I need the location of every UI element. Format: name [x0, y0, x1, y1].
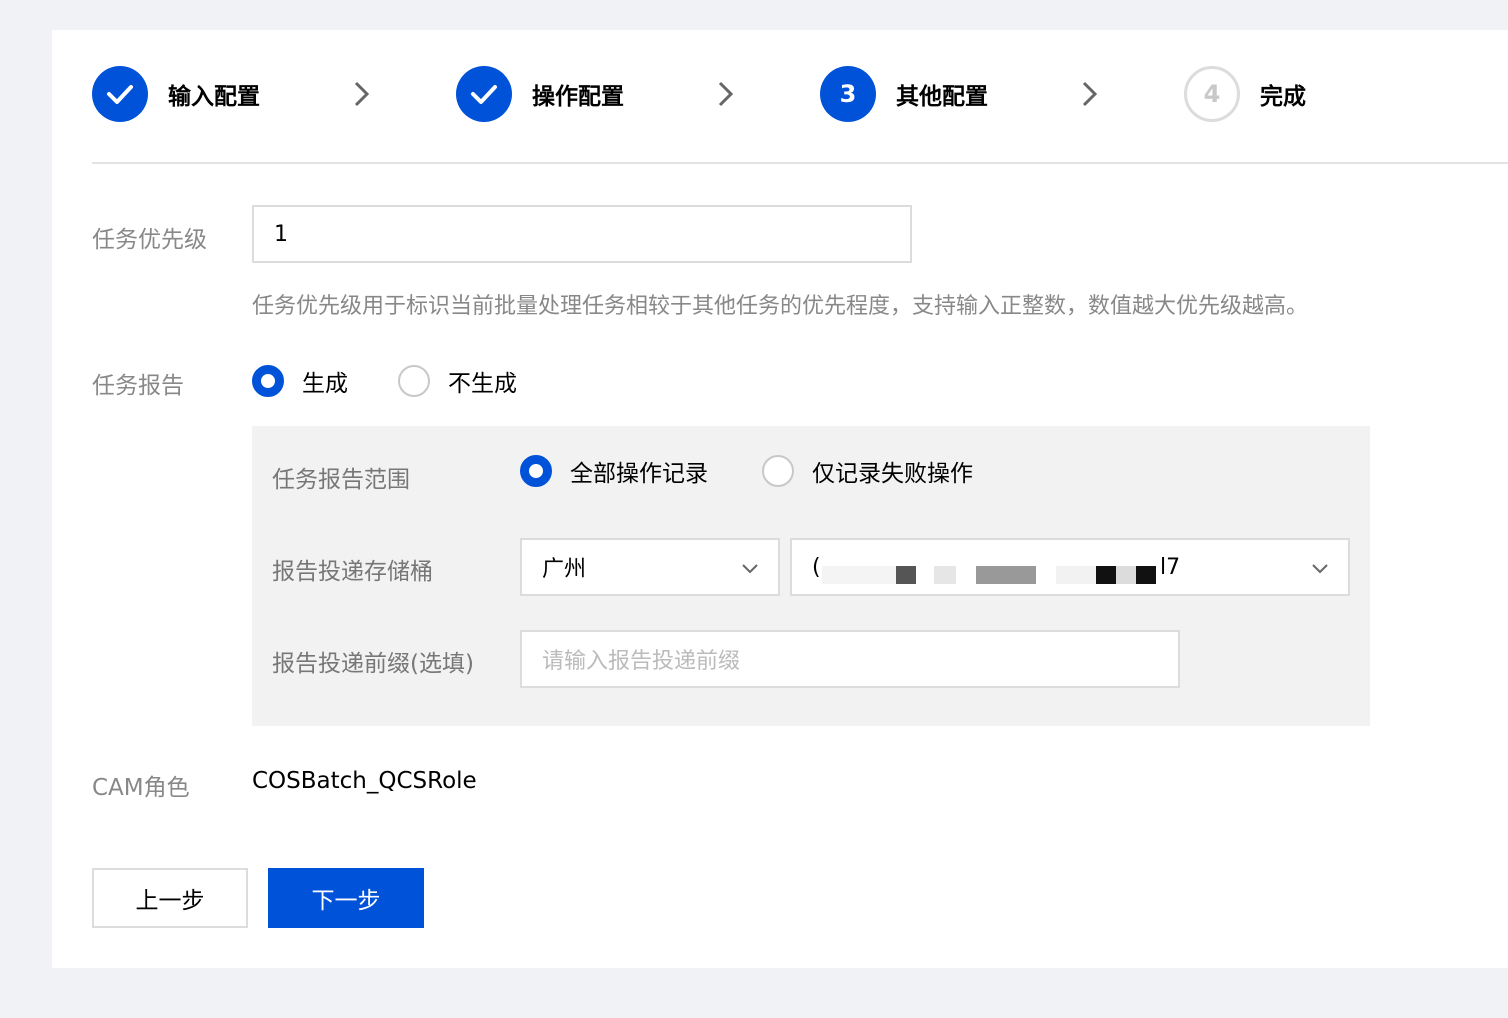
report-bucket-label: 报告投递存储桶 [272, 559, 433, 585]
wizard-card: 输入配置 操作配置 3 其他配置 4 完成 任务优先级 1 任务优先级用于标识当… [52, 30, 1508, 968]
priority-help-text: 任务优先级用于标识当前批量处理任务相较于其他任务的优先程度，支持输入正整数，数值… [252, 294, 1309, 319]
priority-input[interactable]: 1 [252, 205, 912, 263]
radio-label: 生成 [302, 371, 348, 397]
report-scope-label: 任务报告范围 [272, 467, 410, 493]
chevron-down-icon [742, 564, 758, 574]
check-icon [456, 66, 512, 122]
step-number: 4 [1184, 66, 1240, 122]
step-label: 完成 [1260, 84, 1306, 110]
chevron-right-icon [718, 81, 734, 107]
radio-label: 不生成 [448, 371, 517, 397]
report-generate-radio[interactable]: 生成 [252, 364, 348, 398]
chevron-right-icon [1082, 81, 1098, 107]
radio-selected-icon [520, 455, 552, 487]
step-other-config: 3 其他配置 [820, 66, 988, 122]
report-prefix-label: 报告投递前缀(选填) [272, 651, 474, 677]
step-complete: 4 完成 [1184, 66, 1306, 122]
bucket-value-prefix: ( [812, 554, 821, 580]
check-icon [92, 66, 148, 122]
step-number: 3 [820, 66, 876, 122]
chevron-right-icon [354, 81, 370, 107]
step-indicator: 输入配置 操作配置 3 其他配置 4 完成 [92, 66, 1508, 126]
report-settings-panel: 任务报告范围 全部操作记录 仅记录失败操作 报告投递存储桶 广州 (l7 报告… [252, 426, 1370, 726]
step-label: 操作配置 [532, 84, 624, 110]
bucket-select[interactable]: ( l7 [790, 538, 1350, 596]
region-select[interactable]: 广州 [520, 538, 780, 596]
report-prefix-input[interactable]: 请输入报告投递前缀 [520, 630, 1180, 688]
priority-label: 任务优先级 [92, 227, 207, 253]
priority-value: 1 [274, 221, 288, 247]
cam-role-value: COSBatch_QCSRole [252, 768, 477, 794]
cam-role-label: CAM角色 [92, 775, 190, 801]
radio-label: 全部操作记录 [570, 461, 708, 487]
step-operation-config: 操作配置 [456, 66, 624, 122]
report-no-generate-radio[interactable]: 不生成 [398, 364, 517, 398]
region-value: 广州 [542, 557, 587, 582]
radio-selected-icon [252, 365, 284, 397]
radio-label: 仅记录失败操作 [812, 461, 973, 487]
step-input-config: 输入配置 [92, 66, 260, 122]
prefix-placeholder: 请输入报告投递前缀 [542, 649, 741, 674]
next-step-button[interactable]: 下一步 [268, 868, 424, 928]
radio-unselected-icon [762, 455, 794, 487]
report-label: 任务报告 [92, 373, 184, 399]
scope-all-radio[interactable]: 全部操作记录 [520, 454, 708, 488]
bucket-value-suffix: l7 [1160, 554, 1181, 580]
step-label: 输入配置 [168, 84, 260, 110]
chevron-down-icon [1312, 564, 1328, 574]
step-label: 其他配置 [896, 84, 988, 110]
divider [92, 162, 1508, 164]
scope-failed-only-radio[interactable]: 仅记录失败操作 [762, 454, 973, 488]
radio-unselected-icon [398, 365, 430, 397]
previous-step-button[interactable]: 上一步 [92, 868, 248, 928]
